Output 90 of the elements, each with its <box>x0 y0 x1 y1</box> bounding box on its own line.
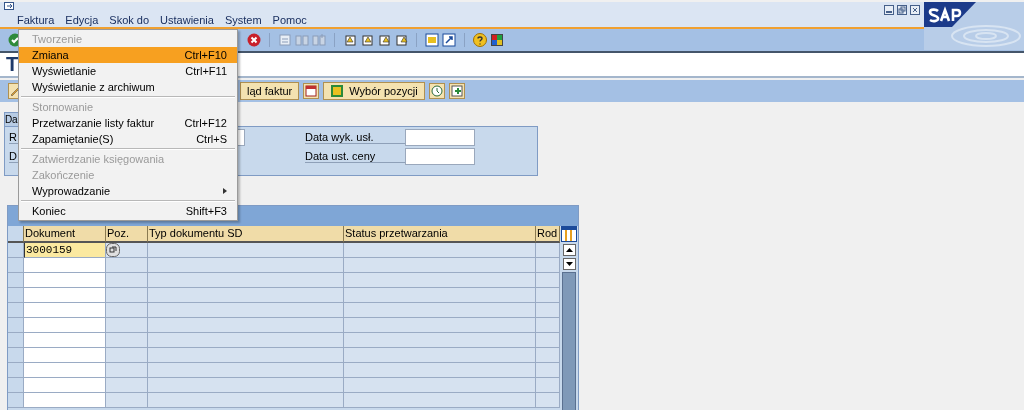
column-header[interactable]: Rod <box>536 226 560 243</box>
restore-icon[interactable] <box>897 5 907 15</box>
table-cell <box>106 318 148 333</box>
row-selector[interactable] <box>8 258 24 273</box>
add-icon[interactable] <box>448 83 465 99</box>
menu-item[interactable]: Faktura <box>17 13 55 27</box>
menu-item[interactable]: Ustawienia <box>160 13 214 27</box>
previous-page-icon[interactable] <box>360 33 374 47</box>
print-icon[interactable] <box>278 33 292 47</box>
find-icon[interactable] <box>295 33 309 47</box>
row-selector[interactable] <box>8 243 24 258</box>
help-icon[interactable] <box>473 33 487 47</box>
menu-item[interactable]: Wyprowadzanie <box>19 183 237 199</box>
row-selector[interactable] <box>8 318 24 333</box>
input-field[interactable] <box>24 363 106 378</box>
table-cell <box>536 243 560 258</box>
menu-item[interactable]: Pomoc <box>272 13 307 27</box>
scrollbar-thumb[interactable] <box>562 272 576 410</box>
table-cell <box>536 288 560 303</box>
table-cell <box>536 273 560 288</box>
shortcut-icon[interactable] <box>442 33 456 47</box>
input-field[interactable] <box>405 129 475 146</box>
submenu-arrow-icon[interactable] <box>223 188 227 194</box>
toolbar-button[interactable]: Wybór pozycji <box>323 82 425 100</box>
table-cell <box>536 363 560 378</box>
menu-item[interactable]: Zmiana Ctrl+F10 <box>19 47 237 63</box>
table-cell <box>536 378 560 393</box>
table-cell <box>106 348 148 363</box>
row-selector[interactable] <box>8 378 24 393</box>
row-selector[interactable] <box>8 363 24 378</box>
find-next-icon[interactable] <box>312 33 326 47</box>
close-icon[interactable] <box>910 5 920 15</box>
input-field[interactable] <box>24 273 106 288</box>
last-page-icon[interactable] <box>394 33 408 47</box>
table-cell <box>106 393 148 408</box>
table-icon[interactable] <box>330 84 345 98</box>
first-page-icon[interactable] <box>343 33 357 47</box>
minimize-icon[interactable] <box>884 5 894 15</box>
menu-item[interactable]: Koniec Shift+F3 <box>19 203 237 219</box>
input-field[interactable] <box>405 148 475 165</box>
input-field[interactable] <box>24 393 106 408</box>
table-cell <box>106 363 148 378</box>
input-field[interactable] <box>24 333 106 348</box>
table-cell[interactable]: 3000159 <box>24 243 106 258</box>
calendar-icon[interactable] <box>303 83 320 99</box>
table-cell <box>536 303 560 318</box>
input-field[interactable] <box>24 318 106 333</box>
column-header[interactable]: Poz. <box>106 226 148 243</box>
row-selector[interactable] <box>8 348 24 363</box>
window-icon[interactable] <box>425 33 439 47</box>
table-cell <box>536 258 560 273</box>
row-selector[interactable] <box>8 333 24 348</box>
menu-item[interactable]: Edycja <box>65 13 99 27</box>
column-header[interactable]: Typ dokumentu SD <box>148 226 344 243</box>
window-icon[interactable] <box>4 2 14 10</box>
table-cell <box>106 273 148 288</box>
table-cell <box>536 348 560 363</box>
row-selector[interactable] <box>8 303 24 318</box>
column-settings-icon[interactable] <box>561 226 577 242</box>
input-field[interactable] <box>24 303 106 318</box>
row-selector[interactable] <box>8 288 24 303</box>
scroll-up-icon[interactable] <box>562 244 576 256</box>
table-cell <box>536 333 560 348</box>
layout-icon[interactable] <box>490 33 504 47</box>
table-cell <box>536 318 560 333</box>
screen-title: T <box>6 53 19 76</box>
cancel-icon[interactable] <box>247 33 261 47</box>
menu-item[interactable]: Wyświetlanie Ctrl+F11 <box>19 63 237 79</box>
input-field[interactable] <box>24 288 106 303</box>
table-cell <box>106 378 148 393</box>
input-field[interactable] <box>24 258 106 273</box>
detail-button-icon[interactable] <box>106 243 120 257</box>
next-page-icon[interactable] <box>377 33 391 47</box>
row-selector[interactable] <box>8 393 24 408</box>
menu-item[interactable]: Skok do <box>109 13 150 27</box>
table-cell <box>106 333 148 348</box>
menu-item[interactable]: System <box>224 13 262 27</box>
scroll-down-icon[interactable] <box>562 258 576 270</box>
toolbar-button[interactable]: ląd faktur <box>240 82 300 100</box>
input-field[interactable] <box>24 378 106 393</box>
table-cell <box>536 393 560 408</box>
table-cell <box>106 303 148 318</box>
input-field[interactable] <box>24 348 106 363</box>
column-header[interactable]: Dokument <box>24 226 106 243</box>
row-selector[interactable] <box>8 273 24 288</box>
menu-item[interactable]: Przetwarzanie listy faktur Ctrl+F12 <box>19 115 237 131</box>
clock-icon[interactable] <box>428 83 445 99</box>
menu-item[interactable]: Wyświetlanie z archiwum <box>19 79 237 95</box>
table-cell <box>106 288 148 303</box>
column-header[interactable]: Status przetwarzania <box>344 226 536 243</box>
